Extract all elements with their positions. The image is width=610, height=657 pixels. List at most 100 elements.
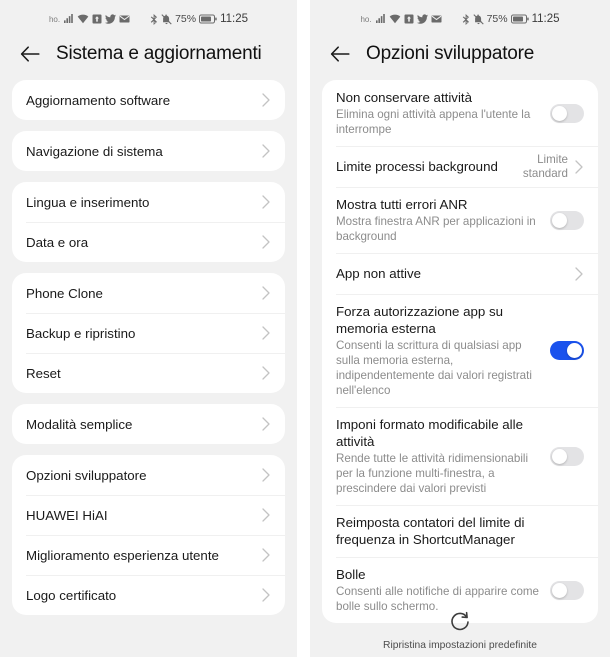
status-bar-left-icons: ho. xyxy=(49,14,130,24)
list-item-text: Phone Clone xyxy=(26,274,255,313)
list-item-title: Mostra tutti errori ANR xyxy=(336,197,468,212)
right-phone-screen: ho. 75% 11:25 Opzioni sviluppatore Non c… xyxy=(310,0,610,657)
signal-icon xyxy=(63,14,74,24)
chevron-right-icon xyxy=(261,507,271,523)
list-item-title: Reset xyxy=(26,365,61,381)
list-item[interactable]: Miglioramento esperienza utente xyxy=(12,535,285,575)
chevron-right-icon xyxy=(574,266,584,282)
chevron-right-icon xyxy=(261,365,271,381)
list-item-text: Navigazione di sistema xyxy=(26,132,255,171)
settings-group: Navigazione di sistema xyxy=(12,131,285,171)
chevron-right-icon xyxy=(261,467,271,483)
list-item-title: Lingua e inserimento xyxy=(26,194,150,210)
toggle-switch[interactable] xyxy=(550,341,584,360)
list-item-text: Mostra tutti errori ANR Mostra finestra … xyxy=(336,187,540,253)
wifi-icon xyxy=(389,14,401,24)
status-bar-right-icons: 75% 11:25 xyxy=(150,13,248,25)
chevron-right-icon xyxy=(261,143,271,159)
settings-group: Opzioni sviluppatore HUAWEI HiAI Miglior… xyxy=(12,455,285,615)
list-item-text: Lingua e inserimento xyxy=(26,183,255,222)
list-item[interactable]: Aggiornamento software xyxy=(12,80,285,120)
list-item-title: Opzioni sviluppatore xyxy=(26,467,147,483)
list-item-text: Reimposta contatori del limite di freque… xyxy=(336,505,584,557)
mail-icon xyxy=(431,14,442,24)
list-item-title: Aggiornamento software xyxy=(26,92,171,108)
bluetooth-icon xyxy=(462,13,470,25)
settings-group: Lingua e inserimento Data e ora xyxy=(12,182,285,262)
list-item-text: Reset xyxy=(26,354,255,393)
list-item[interactable]: App non attive xyxy=(322,253,598,294)
list-item-title: Non conservare attività xyxy=(336,90,472,105)
chevron-right-icon xyxy=(261,547,271,563)
list-item-text: Non conservare attività Elimina ogni att… xyxy=(336,80,540,146)
chevron-right-icon xyxy=(574,159,584,175)
list-item[interactable]: Backup e ripristino xyxy=(12,313,285,353)
list-item[interactable]: Lingua e inserimento xyxy=(12,182,285,222)
list-item-title: Logo certificato xyxy=(26,587,117,603)
list-item-text: Data e ora xyxy=(26,223,255,262)
list-item-title: Modalità semplice xyxy=(26,416,133,432)
dual-screenshot-container: ho. 75% 11:25 Sistema e aggiornamenti Ag… xyxy=(0,0,610,657)
back-arrow-icon[interactable] xyxy=(328,42,352,66)
list-item-text: Aggiornamento software xyxy=(26,81,255,120)
restore-defaults-button[interactable]: Ripristina impostazioni predefinite xyxy=(310,609,610,651)
list-item[interactable]: Mostra tutti errori ANR Mostra finestra … xyxy=(322,187,598,253)
settings-group: Phone Clone Backup e ripristino Reset xyxy=(12,273,285,393)
toggle-knob xyxy=(552,582,567,598)
list-item-title: App non attive xyxy=(336,266,422,281)
list-item[interactable]: Data e ora xyxy=(12,222,285,262)
battery-icon xyxy=(510,14,529,24)
left-phone-screen: ho. 75% 11:25 Sistema e aggiornamenti Ag… xyxy=(0,0,297,657)
list-item[interactable]: Modalità semplice xyxy=(12,404,285,444)
list-item[interactable]: Forza autorizzazione app su memoria este… xyxy=(322,294,598,407)
twitter-icon xyxy=(416,14,428,24)
bluetooth-icon xyxy=(150,13,158,25)
toggle-switch[interactable] xyxy=(550,103,584,123)
toggle-switch[interactable] xyxy=(550,580,584,600)
battery-icon xyxy=(199,14,217,24)
left-settings-list[interactable]: Aggiornamento software Navigazione di si… xyxy=(0,80,297,615)
list-item-text: Logo certificato xyxy=(26,576,255,615)
list-item[interactable]: Imponi formato modificabile alle attivit… xyxy=(322,407,598,505)
toggle-switch[interactable] xyxy=(550,210,584,230)
list-item-text: App non attive xyxy=(336,256,568,291)
right-title-bar: Opzioni sviluppatore xyxy=(310,32,610,80)
list-item-text: Imponi formato modificabile alle attivit… xyxy=(336,407,540,505)
list-item-text: Miglioramento esperienza utente xyxy=(26,536,255,575)
carrier-label: ho. xyxy=(360,14,372,24)
chevron-right-icon xyxy=(261,416,271,432)
sidebar-item-developer-options[interactable]: Opzioni sviluppatore xyxy=(12,455,285,495)
clock-label: 11:25 xyxy=(531,13,560,25)
list-item-subtitle: Rende tutte le attività ridimensionabili… xyxy=(336,452,529,495)
list-item[interactable]: Reset xyxy=(12,353,285,393)
list-item-text: Forza autorizzazione app su memoria este… xyxy=(336,294,540,407)
list-item-subtitle: Consenti la scrittura di qualsiasi app s… xyxy=(336,339,532,397)
list-item[interactable]: Reimposta contatori del limite di freque… xyxy=(322,505,598,557)
list-item-title: Miglioramento esperienza utente xyxy=(26,547,219,563)
developer-options-list[interactable]: Non conservare attività Elimina ogni att… xyxy=(310,80,610,623)
settings-group: Modalità semplice xyxy=(12,404,285,444)
restore-circular-arrow-icon xyxy=(447,609,473,635)
list-item[interactable]: Navigazione di sistema xyxy=(12,131,285,171)
twitter-icon xyxy=(105,14,117,24)
back-arrow-icon[interactable] xyxy=(18,42,42,66)
list-item[interactable]: Non conservare attività Elimina ogni att… xyxy=(322,80,598,146)
list-item-value: Limite standard xyxy=(522,152,568,180)
battery-percent-label: 75% xyxy=(486,13,508,25)
list-item-text: HUAWEI HiAI xyxy=(26,496,255,535)
list-item[interactable]: Limite processi background Limite standa… xyxy=(322,146,598,187)
list-item[interactable]: HUAWEI HiAI xyxy=(12,495,285,535)
list-item-title: Navigazione di sistema xyxy=(26,143,163,159)
settings-group: Aggiornamento software xyxy=(12,80,285,120)
list-item-text: Modalità semplice xyxy=(26,405,255,444)
toggle-switch[interactable] xyxy=(550,446,584,466)
clock-label: 11:25 xyxy=(220,13,249,25)
list-item[interactable]: Phone Clone xyxy=(12,273,285,313)
mute-bell-icon xyxy=(472,13,484,25)
chevron-right-icon xyxy=(261,285,271,301)
mail-icon xyxy=(119,14,130,24)
list-item-subtitle: Elimina ogni attività appena l'utente la… xyxy=(336,108,531,136)
status-bar-left: ho. 75% 11:25 xyxy=(0,0,297,32)
list-item[interactable]: Logo certificato xyxy=(12,575,285,615)
list-item-text: Backup e ripristino xyxy=(26,314,255,353)
